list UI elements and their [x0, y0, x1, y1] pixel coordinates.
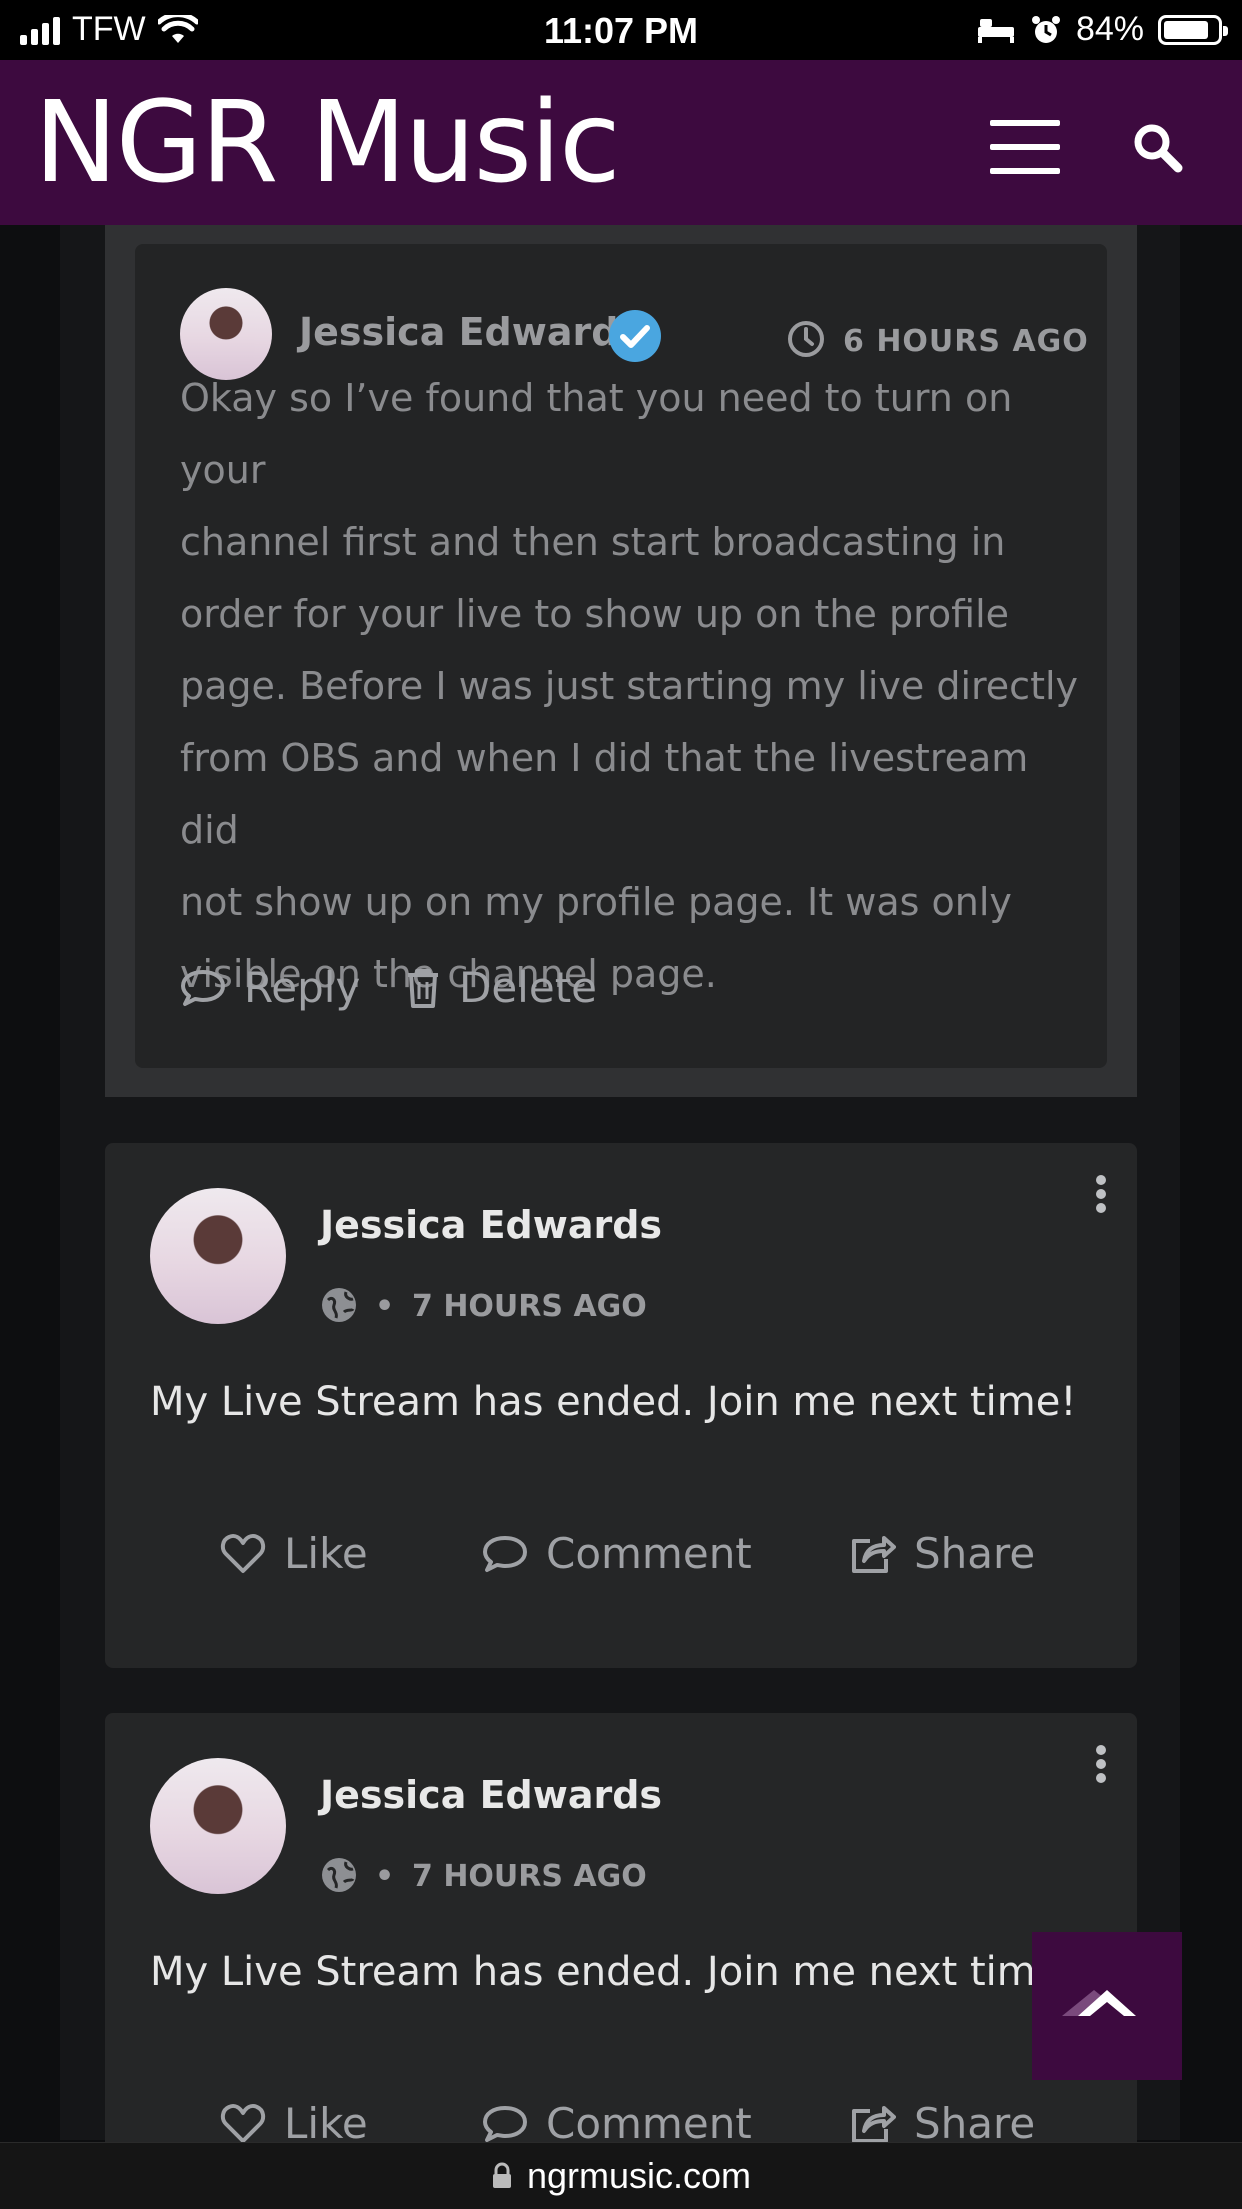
battery-percent: 84%: [1075, 10, 1144, 48]
comment-text-line: Okay so I’ve found that you need to turn…: [180, 376, 1013, 492]
comment-label: Comment: [546, 1529, 752, 1578]
browser-url-bar[interactable]: ngrmusic.com: [0, 2142, 1242, 2209]
post-author[interactable]: Jessica Edwards: [320, 1203, 662, 1247]
scroll-to-top-button[interactable]: [1032, 1932, 1182, 2080]
comment-label: Comment: [546, 2099, 752, 2142]
like-button[interactable]: Like: [220, 2099, 368, 2142]
heart-icon: [220, 1533, 266, 1573]
share-button[interactable]: Share: [850, 1529, 1035, 1578]
comment-text-line: order for your live to show up on the pr…: [180, 592, 1010, 636]
comment-button[interactable]: Comment: [482, 2099, 752, 2142]
post-time: 7 HOURS AGO: [412, 1859, 647, 1894]
share-icon: [852, 1535, 896, 1573]
trash-icon: [408, 968, 438, 1008]
chevron-up-icon: [1062, 1990, 1136, 2016]
comment-card: Jessica Edwards 6 HOURS AGO Okay so I’ve…: [135, 244, 1107, 1068]
comment-time: 6 HOURS AGO: [843, 324, 1089, 359]
comment-text-line: channel first and then start broadcastin…: [180, 520, 1006, 564]
verified-badge-icon: [609, 310, 661, 362]
share-icon: [852, 2105, 896, 2142]
avatar[interactable]: [150, 1188, 286, 1324]
comment-text: Okay so I’ve found that you need to turn…: [180, 362, 1080, 1010]
like-button[interactable]: Like: [220, 1529, 368, 1578]
status-bar: TFW 11:07 PM 84%: [0, 0, 1242, 60]
clock-icon: [788, 321, 824, 357]
delete-label: Delete: [459, 963, 597, 1012]
heart-icon: [220, 2103, 266, 2142]
comment-author[interactable]: Jessica Edwards: [299, 310, 641, 354]
alarm-icon: [1031, 15, 1060, 43]
post-card: Jessica Edwards • 7 HOURS AGO My Live St…: [105, 1713, 1137, 2142]
post-card: Jessica Edwards • 7 HOURS AGO My Live St…: [105, 1143, 1137, 1668]
speech-bubble-icon: [483, 2105, 527, 2142]
speech-bubble-icon: [181, 969, 225, 1006]
post-author[interactable]: Jessica Edwards: [320, 1773, 662, 1817]
reply-label: Reply: [244, 963, 361, 1012]
comment-text-line: page. Before I was just starting my live…: [180, 664, 1079, 708]
more-options-icon[interactable]: [1091, 1741, 1111, 1791]
hamburger-icon[interactable]: [990, 120, 1060, 174]
search-icon[interactable]: [1128, 118, 1188, 178]
site-logo-title[interactable]: NGR Music: [34, 81, 621, 205]
globe-icon: [322, 1288, 356, 1322]
like-label: Like: [284, 1529, 368, 1578]
speech-bubble-icon: [483, 1535, 527, 1572]
delete-button[interactable]: Delete: [405, 963, 597, 1012]
site-header: NGR Music: [0, 60, 1242, 225]
share-button[interactable]: Share: [850, 2099, 1035, 2142]
comment-button[interactable]: Comment: [482, 1529, 752, 1578]
share-label: Share: [914, 2099, 1036, 2142]
avatar[interactable]: [150, 1758, 286, 1894]
url-text: ngrmusic.com: [526, 2155, 752, 2196]
post-text: My Live Stream has ended. Join me next t…: [150, 1949, 1077, 1995]
comment-text-line: not show up on my profile page. It was o…: [180, 880, 1012, 924]
battery-icon: [1158, 14, 1228, 45]
post-time: 7 HOURS AGO: [412, 1289, 647, 1324]
more-options-icon[interactable]: [1091, 1171, 1111, 1221]
lock-icon: [492, 2162, 511, 2188]
globe-icon: [322, 1858, 356, 1892]
post-text: My Live Stream has ended. Join me next t…: [150, 1379, 1077, 1425]
like-label: Like: [284, 2099, 368, 2142]
reply-button[interactable]: Reply: [180, 963, 360, 1012]
share-label: Share: [914, 1529, 1036, 1578]
sleep-bed-icon: [977, 18, 1014, 43]
comment-text-line: from OBS and when I did that the livestr…: [180, 736, 1029, 852]
